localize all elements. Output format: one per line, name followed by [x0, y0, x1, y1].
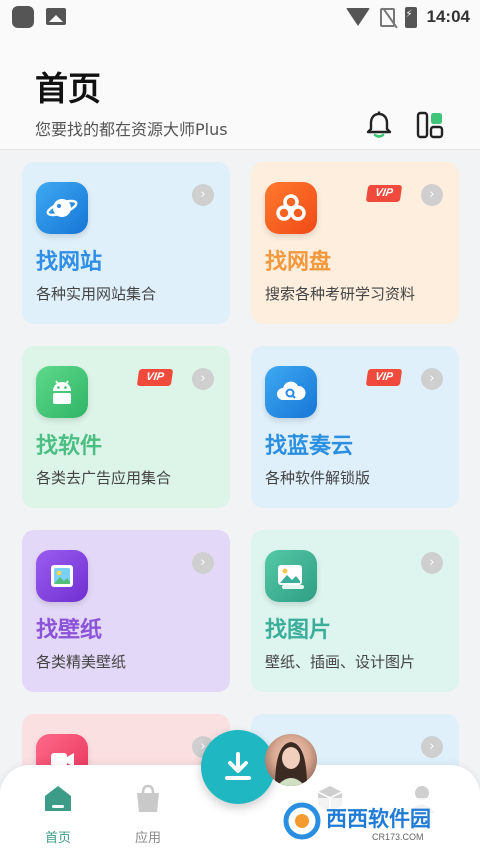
chevron-right-icon: › — [192, 552, 214, 574]
home-icon — [45, 786, 71, 811]
image-icon — [265, 550, 317, 602]
card-title: 找网站 — [36, 250, 103, 275]
download-button[interactable] — [201, 730, 275, 804]
card-desc: 搜索各种考研学习资料 — [265, 285, 416, 303]
card-desc: 各类去广告应用集合 — [36, 469, 172, 487]
card-title: 找壁纸 — [36, 618, 103, 643]
avatar[interactable] — [265, 734, 317, 786]
nav-home-label: 首页 — [44, 831, 71, 846]
header: 首页 您要找的都在资源大师Plus — [0, 34, 480, 150]
clock: 14:04 — [426, 7, 470, 26]
card-desc: 各种实用网站集合 — [36, 285, 157, 303]
gallery-notification-icon — [46, 8, 66, 25]
card-desc: 各类精美壁纸 — [36, 653, 127, 671]
nav-apps[interactable]: 应用 — [118, 783, 178, 846]
card-find-lanzou[interactable]: VIP › 找蓝奏云 各种软件解锁版 — [251, 346, 459, 508]
android-icon — [36, 366, 88, 418]
download-icon — [225, 752, 251, 780]
card-find-netdisk[interactable]: VIP › 找网盘 搜索各种考研学习资料 — [251, 162, 459, 324]
chevron-right-icon: › — [421, 736, 443, 758]
card-find-software[interactable]: VIP › 找软件 各类去广告应用集合 — [22, 346, 230, 508]
vip-badge: VIP — [136, 369, 174, 386]
wallpaper-icon — [36, 550, 88, 602]
layout-icon[interactable] — [416, 110, 444, 140]
notification-bell-icon[interactable] — [364, 110, 394, 140]
chevron-right-icon: › — [421, 184, 443, 206]
wifi-icon — [345, 8, 370, 26]
card-desc: 壁纸、插画、设计图片 — [265, 653, 416, 671]
vip-badge: VIP — [365, 185, 403, 202]
baidu-netdisk-icon — [265, 182, 317, 234]
card-title: 找图片 — [265, 618, 332, 643]
no-sim-icon — [379, 7, 395, 27]
page-title: 首页 — [35, 69, 101, 108]
notification-app-icon — [12, 6, 34, 28]
watermark-logo: 西西软件园 CR173.COM — [280, 798, 460, 844]
watermark-domain: CR173.COM — [372, 832, 424, 842]
chevron-right-icon: › — [192, 184, 214, 206]
nav-apps-label: 应用 — [134, 831, 161, 846]
chevron-right-icon: › — [421, 552, 443, 574]
status-bar: 14:04 — [0, 0, 480, 34]
nav-home[interactable]: 首页 — [28, 783, 88, 846]
card-title: 找蓝奏云 — [265, 434, 354, 459]
card-title: 找网盘 — [265, 250, 332, 275]
chevron-right-icon: › — [192, 368, 214, 390]
card-find-images[interactable]: › 找图片 壁纸、插画、设计图片 — [251, 530, 459, 692]
cloud-search-icon — [265, 366, 317, 418]
battery-charging-icon — [404, 6, 417, 28]
vip-badge: VIP — [365, 369, 403, 386]
shopping-bag-icon — [137, 784, 159, 812]
planet-icon — [36, 182, 88, 234]
page-subtitle: 您要找的都在资源大师Plus — [35, 120, 228, 139]
card-find-wallpaper[interactable]: › 找壁纸 各类精美壁纸 — [22, 530, 230, 692]
watermark-text: 西西软件园 — [326, 807, 431, 831]
card-title: 找软件 — [36, 434, 103, 459]
card-find-website[interactable]: › 找网站 各种实用网站集合 — [22, 162, 230, 324]
chevron-right-icon: › — [421, 368, 443, 390]
card-desc: 各种软件解锁版 — [265, 469, 371, 487]
